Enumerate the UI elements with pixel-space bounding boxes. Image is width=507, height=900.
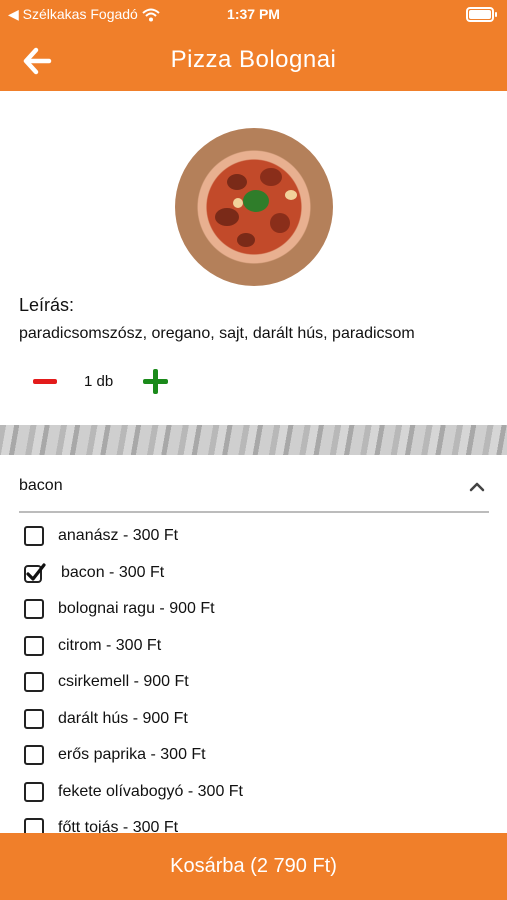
topping-item[interactable]: csirkemell - 900 Ft (24, 664, 189, 700)
topping-label: citrom - 300 Ft (58, 637, 162, 654)
topping-item[interactable]: fekete olívabogyó - 300 Ft (24, 774, 243, 810)
checkbox-icon[interactable] (24, 672, 44, 692)
pizza-image (175, 128, 333, 286)
checkmark-icon[interactable] (24, 563, 46, 583)
add-to-cart-button[interactable]: Kosárba (2 790 Ft) (0, 833, 507, 900)
chevron-up-icon[interactable] (469, 482, 485, 492)
quantity-value: 1 db (84, 373, 114, 390)
quantity-stepper: 1 db (0, 365, 507, 405)
topping-label: fekete olívabogyó - 300 Ft (58, 783, 243, 800)
top-bar: ◀ Szélkakas Fogadó 1:37 PM Pizza Bologna… (0, 0, 507, 91)
topping-label: darált hús - 900 Ft (58, 710, 188, 727)
clock: 1:37 PM (227, 6, 280, 22)
dropdown-value: bacon (19, 477, 63, 494)
minus-icon[interactable] (33, 379, 57, 384)
topping-item[interactable]: főtt tojás - 300 Ft (24, 810, 178, 833)
topping-label: ananász - 300 Ft (58, 527, 179, 544)
page-title: Pizza Bolognai (170, 46, 337, 73)
topping-label: csirkemell - 900 Ft (58, 673, 189, 690)
topping-label: főtt tojás - 300 Ft (58, 819, 179, 833)
topping-item[interactable]: ananász - 300 Ft (24, 518, 178, 554)
topping-label: bolognai ragu - 900 Ft (58, 600, 215, 617)
status-bar: ◀ Szélkakas Fogadó 1:37 PM (0, 0, 507, 30)
description-text: paradicsomszósz, oregano, sajt, darált h… (19, 325, 415, 342)
checkbox-icon[interactable] (24, 599, 44, 619)
stone-divider (0, 425, 507, 455)
checkbox-icon[interactable] (24, 782, 44, 802)
topping-label: bacon - 300 Ft (61, 564, 165, 581)
checkbox-icon[interactable] (24, 636, 44, 656)
topping-item[interactable]: darált hús - 900 Ft (24, 701, 188, 737)
topping-label: erős paprika - 300 Ft (58, 746, 206, 763)
topping-item[interactable]: bolognai ragu - 900 Ft (24, 591, 215, 627)
checkbox-icon[interactable] (24, 526, 44, 546)
topping-item[interactable]: citrom - 300 Ft (24, 628, 161, 664)
topping-dropdown[interactable]: bacon (19, 475, 489, 513)
battery-icon (466, 7, 497, 22)
checkbox-icon[interactable] (24, 818, 44, 833)
description-label: Leírás: (19, 295, 75, 315)
checkbox-icon[interactable] (24, 745, 44, 765)
topping-list: ananász - 300 Ft bacon - 300 Ft bolognai… (0, 518, 507, 833)
topping-item[interactable]: erős paprika - 300 Ft (24, 737, 206, 773)
topping-item[interactable]: bacon - 300 Ft (24, 555, 164, 591)
plus-icon[interactable] (143, 369, 168, 394)
checkbox-icon[interactable] (24, 709, 44, 729)
